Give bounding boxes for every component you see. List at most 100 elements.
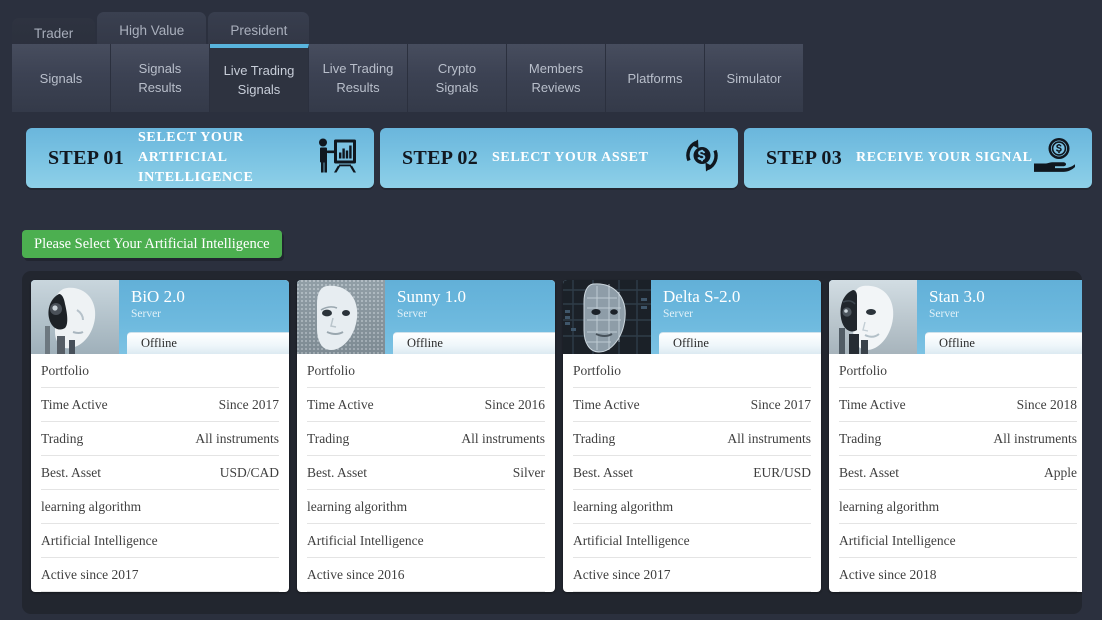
nav-item-signals-results[interactable]: Signals Results bbox=[111, 44, 210, 112]
ai-card-detail-key: Time Active bbox=[839, 396, 906, 412]
status-badge: Offline bbox=[393, 332, 555, 354]
step-banner-02[interactable]: STEP 02 SELECT YOUR ASSET bbox=[380, 128, 738, 188]
ai-card-detail-key: Active since 2017 bbox=[573, 566, 671, 582]
ai-card-detail-row: Time Active Since 2017 bbox=[573, 388, 811, 422]
page-root: Trader High Value President Signals Sign… bbox=[0, 0, 1102, 620]
ai-card-detail-row: Trading All instruments bbox=[41, 422, 279, 456]
ai-card-detail-row: Trading All instruments bbox=[839, 422, 1077, 456]
ai-card-detail-row: Portfolio bbox=[307, 354, 545, 388]
ai-card[interactable]: Stan 3.0 Server Offline Portfolio Time Activ… bbox=[829, 280, 1082, 592]
step-banner-01[interactable]: STEP 01 SELECT YOUR ARTIFICIAL INTELLIGE… bbox=[26, 128, 374, 188]
ai-card-detail-key: learning algorithm bbox=[573, 498, 674, 514]
nav-item-live-trading-signals[interactable]: Live Trading Signals bbox=[210, 44, 309, 112]
step-banner-03[interactable]: STEP 03 RECEIVE YOUR SIGNAL bbox=[744, 128, 1092, 188]
step-number: STEP 03 bbox=[766, 146, 843, 169]
select-ai-button[interactable]: Please Select Your Artificial Intelligen… bbox=[22, 230, 282, 258]
nav-item-live-trading-results[interactable]: Live Trading Results bbox=[309, 44, 408, 112]
ai-card-detail-row: Portfolio bbox=[573, 354, 811, 388]
ai-card-detail-key: Time Active bbox=[41, 396, 108, 412]
ai-card-detail-value: All instruments bbox=[195, 430, 279, 446]
nav-item-line2: Signals bbox=[435, 80, 479, 95]
ai-card-detail-row: Active since 2018 bbox=[839, 558, 1077, 592]
nav-item-line1: Signals bbox=[39, 70, 83, 86]
ai-card-subtitle: Server bbox=[663, 308, 694, 320]
ai-card-detail-row: Time Active Since 2017 bbox=[41, 388, 279, 422]
ai-card-detail-key: Time Active bbox=[307, 396, 374, 412]
ai-card[interactable]: Delta S-2.0 Server Offline Portfolio Time Ac… bbox=[563, 280, 821, 592]
ai-card-detail-row: Best. Asset Apple bbox=[839, 456, 1077, 490]
step-number: STEP 02 bbox=[402, 146, 479, 169]
ai-card-detail-row: Portfolio bbox=[839, 354, 1077, 388]
ai-card-detail-key: Artificial Intelligence bbox=[307, 532, 424, 548]
ai-card-detail-key: Portfolio bbox=[573, 362, 622, 378]
nav-item-members-reviews[interactable]: Members Reviews bbox=[507, 44, 606, 112]
ai-card-detail-key: Portfolio bbox=[839, 362, 888, 378]
ai-card-detail-row: Best. Asset Silver bbox=[307, 456, 545, 490]
nav-item-line1: Platforms bbox=[627, 70, 683, 86]
ai-card-detail-key: Trading bbox=[307, 430, 350, 446]
top-tab-high-value[interactable]: High Value bbox=[97, 12, 207, 48]
ai-card-detail-row: Active since 2017 bbox=[573, 558, 811, 592]
circuit-face-avatar bbox=[563, 280, 651, 354]
ai-card-detail-row: Best. Asset EUR/USD bbox=[573, 456, 811, 490]
ai-card-detail-value: Since 2016 bbox=[484, 396, 545, 412]
currency-exchange-icon bbox=[682, 137, 722, 180]
step-banners: STEP 01 SELECT YOUR ARTIFICIAL INTELLIGE… bbox=[26, 128, 1092, 188]
ai-card-detail-value: All instruments bbox=[993, 430, 1077, 446]
ai-card-detail-row: Active since 2017 bbox=[41, 558, 279, 592]
status-badge: Offline bbox=[127, 332, 289, 354]
ai-card[interactable]: Sunny 1.0 Server Offline Portfolio Time Acti… bbox=[297, 280, 555, 592]
ai-card-header: BiO 2.0 Server Offline bbox=[31, 280, 289, 354]
nav-item-line1: Signals bbox=[138, 61, 182, 76]
ai-card-detail-key: Artificial Intelligence bbox=[839, 532, 956, 548]
main-navigation: Signals Signals Results Live Trading Sig… bbox=[12, 44, 804, 112]
ai-card-detail-row: learning algorithm bbox=[839, 490, 1077, 524]
nav-item-platforms[interactable]: Platforms bbox=[606, 44, 705, 112]
nav-item-crypto-signals[interactable]: Crypto Signals bbox=[408, 44, 507, 112]
top-tab-label: Trader bbox=[34, 25, 74, 41]
ai-card-detail-value: Since 2017 bbox=[218, 396, 279, 412]
ai-card[interactable]: BiO 2.0 Server Offline Portfolio Time Active… bbox=[31, 280, 289, 592]
nav-item-line2: Results bbox=[336, 80, 380, 95]
ai-card-detail-value: Since 2017 bbox=[750, 396, 811, 412]
ai-cards-row: BiO 2.0 Server Offline Portfolio Time Active… bbox=[31, 280, 1082, 592]
ai-card-body: Portfolio Time Active Since 2018 Trading All… bbox=[829, 354, 1082, 592]
ai-card-detail-row: Time Active Since 2018 bbox=[839, 388, 1077, 422]
status-badge: Offline bbox=[925, 332, 1082, 354]
ai-card-detail-key: Best. Asset bbox=[307, 464, 368, 480]
top-tab-president[interactable]: President bbox=[208, 12, 310, 48]
ai-card-detail-row: learning algorithm bbox=[41, 490, 279, 524]
ai-card-detail-value: All instruments bbox=[461, 430, 545, 446]
ai-card-subtitle: Server bbox=[929, 308, 960, 320]
nav-item-line2: Signals bbox=[237, 82, 281, 97]
nav-item-line1: Crypto bbox=[437, 61, 477, 76]
nav-item-line1: Members bbox=[528, 61, 584, 76]
ai-card-detail-row: Time Active Since 2016 bbox=[307, 388, 545, 422]
ai-card-body: Portfolio Time Active Since 2016 Trading All… bbox=[297, 354, 555, 592]
ai-card-subtitle: Server bbox=[131, 308, 162, 320]
ai-card-detail-key: Best. Asset bbox=[839, 464, 900, 480]
ai-card-detail-value: USD/CAD bbox=[219, 464, 279, 480]
top-tab-label: President bbox=[230, 22, 288, 38]
ai-card-detail-key: Active since 2018 bbox=[839, 566, 937, 582]
account-level-tabs: Trader High Value President bbox=[12, 10, 311, 48]
ai-card-detail-row: learning algorithm bbox=[307, 490, 545, 524]
ai-card-detail-key: Best. Asset bbox=[41, 464, 102, 480]
nav-item-simulator[interactable]: Simulator bbox=[705, 44, 804, 112]
top-tab-label: High Value bbox=[119, 22, 185, 38]
nav-item-line2: Reviews bbox=[531, 80, 581, 95]
ai-card-body: Portfolio Time Active Since 2017 Trading All… bbox=[31, 354, 289, 592]
ai-card-detail-key: Artificial Intelligence bbox=[41, 532, 158, 548]
ai-card-detail-row: Best. Asset USD/CAD bbox=[41, 456, 279, 490]
ai-card-detail-row: Trading All instruments bbox=[307, 422, 545, 456]
ai-card-detail-row: Artificial Intelligence bbox=[41, 524, 279, 558]
nav-item-signals[interactable]: Signals bbox=[12, 44, 111, 112]
step-label: SELECT YOUR ARTIFICIAL INTELLIGENCE bbox=[138, 130, 254, 185]
status-badge: Offline bbox=[659, 332, 821, 354]
ai-card-detail-key: learning algorithm bbox=[41, 498, 142, 514]
nav-item-line1: Live Trading bbox=[223, 63, 295, 78]
ai-card-subtitle: Server bbox=[397, 308, 428, 320]
ai-card-detail-key: Trading bbox=[839, 430, 882, 446]
ai-card-header: Delta S-2.0 Server Offline bbox=[563, 280, 821, 354]
ai-card-detail-key: Active since 2016 bbox=[307, 566, 405, 582]
